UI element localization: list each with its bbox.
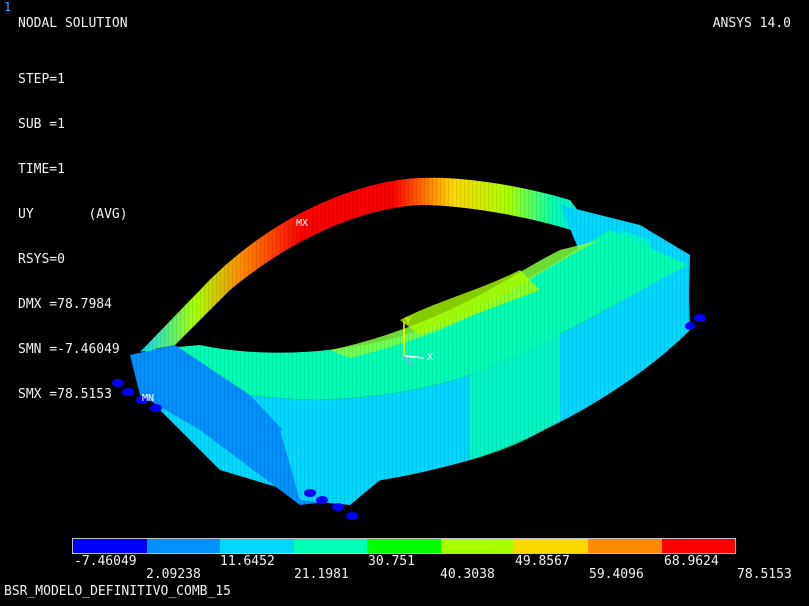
legend-segment-3: [293, 539, 368, 553]
contour-model-view[interactable]: [0, 0, 809, 530]
contour-legend-bar: [72, 538, 736, 554]
legend-label-upper-2: 30.751: [368, 554, 415, 569]
legend-label-lower-0: 2.09238: [146, 567, 201, 582]
legend-label-upper-3: 49.8567: [515, 554, 570, 569]
legend-segment-6: [514, 539, 588, 553]
legend-label-lower-1: 21.1981: [294, 567, 349, 582]
legend-segment-0: [73, 539, 147, 553]
min-marker: MN: [142, 393, 155, 404]
legend-label-lower-4: 78.5153: [737, 567, 792, 582]
legend-label-lower-2: 40.3038: [440, 567, 495, 582]
legend-segment-8: [661, 539, 736, 553]
legend-label-upper-0: -7.46049: [74, 554, 137, 569]
legend-label-lower-3: 59.4096: [589, 567, 644, 582]
legend-segment-5: [440, 539, 515, 553]
max-marker: MX: [296, 218, 309, 229]
legend-label-upper-1: 11.6452: [220, 554, 275, 569]
jobname: BSR_MODELO_DEFINITIVO_COMB_15: [4, 584, 231, 599]
legend-segment-1: [146, 539, 221, 553]
triad-x-label: X: [427, 352, 434, 363]
triad-y-label: Y: [405, 316, 412, 327]
legend-segment-4: [367, 539, 441, 553]
legend-label-upper-4: 68.9624: [664, 554, 719, 569]
legend-segment-2: [220, 539, 294, 553]
legend-segment-7: [587, 539, 662, 553]
